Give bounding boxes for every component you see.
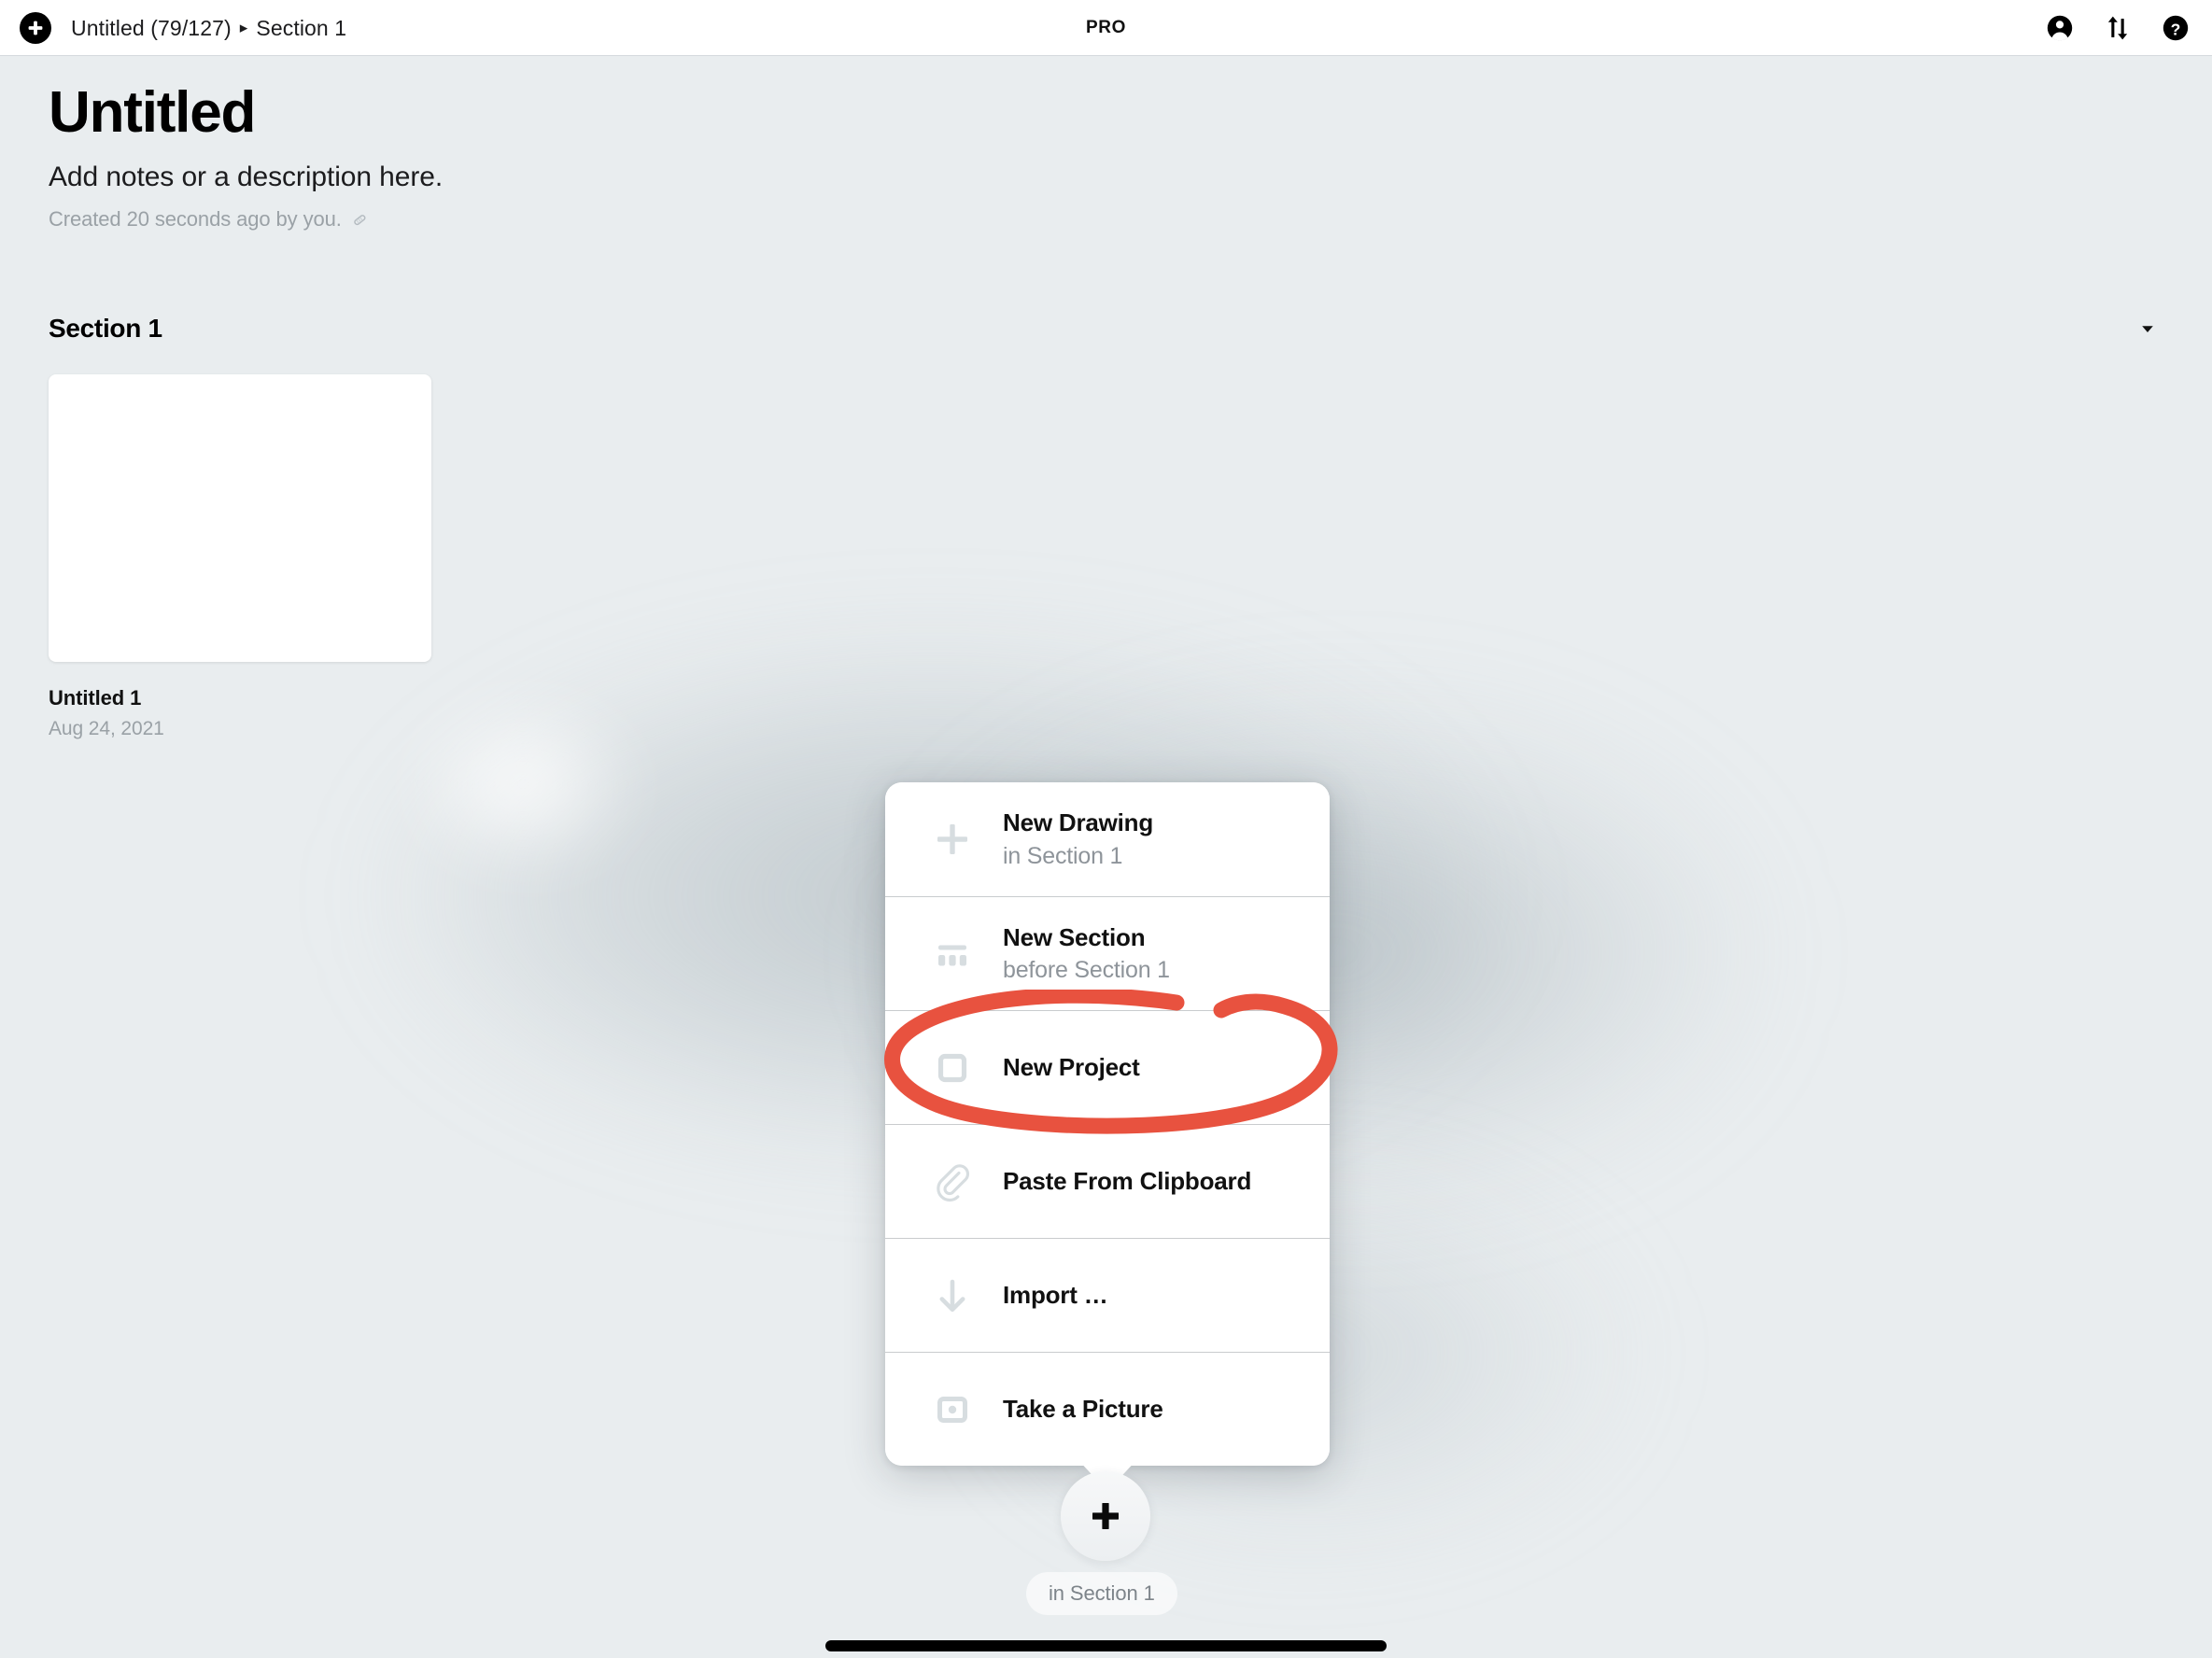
menu-item-text: New Section before Section 1	[1003, 922, 1170, 986]
background-highlight-blob	[402, 691, 644, 878]
page-meta: Created 20 seconds ago by you.	[49, 207, 443, 232]
menu-item-text: Take a Picture	[1003, 1394, 1163, 1425]
breadcrumb-current[interactable]: Section 1	[256, 16, 346, 41]
drawing-thumbnail[interactable]	[49, 374, 431, 662]
plus-circle-icon[interactable]	[20, 12, 51, 44]
menu-item-new-project[interactable]: New Project	[885, 1010, 1330, 1124]
caret-down-icon[interactable]	[2132, 313, 2163, 344]
menu-item-label: Paste From Clipboard	[1003, 1167, 1252, 1196]
menu-item-new-section[interactable]: New Section before Section 1	[885, 896, 1330, 1010]
section-columns-icon	[924, 926, 980, 982]
help-icon[interactable]: ?	[2160, 12, 2191, 44]
camera-icon	[924, 1382, 980, 1438]
menu-item-new-drawing[interactable]: New Drawing in Section 1	[885, 782, 1330, 896]
page-description[interactable]: Add notes or a description here.	[49, 162, 443, 193]
sync-icon[interactable]	[2102, 12, 2134, 44]
home-indicator[interactable]	[825, 1640, 1387, 1651]
menu-item-label: New Project	[1003, 1053, 1140, 1082]
menu-item-paste-from-clipboard[interactable]: Paste From Clipboard	[885, 1124, 1330, 1238]
menu-item-label: Take a Picture	[1003, 1395, 1163, 1424]
menu-item-text: Import …	[1003, 1280, 1108, 1311]
plus-icon	[1092, 1503, 1119, 1529]
section-header: Section 1	[49, 306, 2163, 351]
drawing-card-date: Aug 24, 2021	[49, 718, 164, 739]
menu-item-import[interactable]: Import …	[885, 1238, 1330, 1352]
menu-item-text: New Drawing in Section 1	[1003, 808, 1153, 871]
arrow-down-icon	[924, 1268, 980, 1324]
plus-icon	[924, 811, 980, 867]
add-fab-button[interactable]	[1061, 1471, 1150, 1561]
menu-item-label: New Drawing	[1003, 808, 1154, 836]
toolbar-right-actions: ?	[2044, 0, 2191, 56]
top-toolbar: Untitled (79/127) ▸ Section 1 PRO ?	[0, 0, 2212, 56]
menu-item-text: New Project	[1003, 1052, 1140, 1083]
drawing-card[interactable]: Untitled 1 Aug 24, 2021	[49, 374, 431, 740]
breadcrumb: Untitled (79/127) ▸ Section 1	[71, 0, 346, 56]
page-title[interactable]: Untitled	[49, 82, 443, 143]
menu-item-text: Paste From Clipboard	[1003, 1166, 1251, 1197]
menu-item-subtitle: in Section 1	[1003, 842, 1123, 869]
menu-item-subtitle: before Section 1	[1003, 957, 1170, 983]
section-cards: Untitled 1 Aug 24, 2021	[49, 374, 431, 740]
menu-item-label: New Section	[1003, 922, 1146, 951]
breadcrumb-root[interactable]: Untitled (79/127)	[71, 16, 232, 41]
svg-text:?: ?	[2171, 20, 2181, 38]
paperclip-icon	[924, 1154, 980, 1210]
page-meta-text: Created 20 seconds ago by you.	[49, 207, 342, 232]
menu-item-take-a-picture[interactable]: Take a Picture	[885, 1352, 1330, 1466]
account-icon[interactable]	[2044, 12, 2076, 44]
square-outline-icon	[924, 1040, 980, 1096]
pencil-icon[interactable]	[350, 209, 371, 230]
app-root: Untitled (79/127) ▸ Section 1 PRO ? Unti…	[0, 0, 2212, 1658]
page-header: Untitled Add notes or a description here…	[49, 82, 443, 232]
fab-context-pill[interactable]: in Section 1	[1026, 1572, 1177, 1615]
add-menu-popup: New Drawing in Section 1 New Section bef…	[885, 782, 1330, 1466]
drawing-card-name: Untitled 1	[49, 686, 142, 710]
menu-item-label: Import …	[1003, 1281, 1108, 1310]
section-title[interactable]: Section 1	[49, 314, 162, 344]
breadcrumb-separator-icon: ▸	[239, 18, 248, 36]
